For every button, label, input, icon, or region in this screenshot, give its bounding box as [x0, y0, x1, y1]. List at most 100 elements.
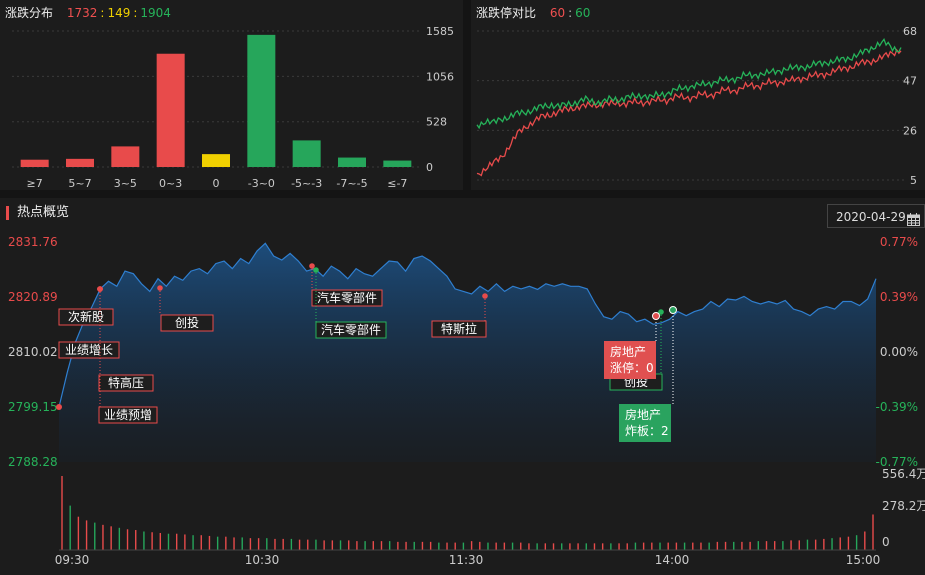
- bar: [156, 53, 185, 167]
- annotation-dot: [482, 293, 488, 299]
- volume-bar: [487, 542, 489, 550]
- bar: [383, 160, 412, 167]
- series-line: [476, 48, 902, 177]
- volume-bar: [315, 539, 317, 550]
- volume-bar: [61, 476, 63, 550]
- y-right-label: -0.39%: [876, 400, 918, 414]
- x-tick-label: -5~-3: [291, 177, 322, 190]
- volume-bar: [167, 533, 170, 550]
- volume-bar: [282, 538, 284, 550]
- volume-bar: [102, 524, 104, 550]
- volume-bar: [495, 542, 497, 550]
- volume-bar: [274, 538, 276, 550]
- volume-bar: [733, 541, 735, 550]
- callout-detail: 涨停：0: [610, 360, 654, 375]
- y-tick-label: 26: [903, 124, 917, 137]
- bar: [20, 159, 49, 167]
- volume-bar: [823, 538, 825, 550]
- volume-bar: [790, 540, 792, 550]
- x-tick-label: 11:30: [449, 553, 484, 567]
- y-left-label: 2831.76: [8, 235, 58, 249]
- volume-bar: [356, 541, 358, 550]
- volume-bar: [503, 542, 506, 550]
- y-left-label: 2820.89: [8, 290, 58, 304]
- volume-bar: [266, 538, 268, 550]
- volume-bar: [479, 541, 481, 550]
- x-tick-label: 0: [213, 177, 220, 190]
- volume-bar: [651, 542, 653, 550]
- volume-bar: [192, 535, 194, 550]
- annotation-dot: [97, 286, 103, 292]
- volume-bar: [528, 543, 530, 550]
- volume-bar: [872, 514, 874, 550]
- y-right-label: 0.39%: [880, 290, 918, 304]
- volume-bar: [700, 542, 702, 550]
- volume-bar: [397, 541, 399, 550]
- y-left-label: 2799.15: [8, 400, 58, 414]
- volume-bar: [864, 531, 866, 550]
- volume-bar: [454, 542, 456, 550]
- volume-bar: [348, 540, 350, 550]
- volume-bar: [307, 539, 309, 550]
- volume-bar: [757, 541, 760, 550]
- volume-bar: [569, 543, 571, 550]
- volume-bar: [708, 542, 710, 550]
- volume-bar: [675, 542, 678, 550]
- volume-bar: [126, 529, 129, 550]
- annotation-label: 特斯拉: [441, 321, 477, 336]
- volume-bar: [798, 540, 800, 550]
- callout-dot: [652, 312, 660, 320]
- volume-bar: [782, 541, 784, 550]
- x-tick-label: ≤-7: [387, 177, 407, 190]
- limit-compare-panel: 涨跌停对比 60:60 68 47 26 5: [471, 0, 925, 190]
- volume-bar: [667, 542, 669, 550]
- bar: [111, 146, 140, 167]
- volume-bar: [773, 541, 776, 550]
- volume-bar: [94, 522, 96, 550]
- bar: [202, 154, 230, 167]
- bar: [292, 140, 321, 167]
- volume-bar: [626, 543, 628, 550]
- volume-bar: [692, 542, 694, 550]
- callout-title: 房地产: [610, 344, 646, 359]
- volume-bar: [380, 541, 383, 550]
- bar: [66, 158, 94, 167]
- volume-tick-label: 556.4万: [882, 467, 925, 481]
- volume-bar: [249, 538, 252, 550]
- x-tick-label: -3~0: [248, 177, 275, 190]
- volume-bar: [634, 542, 637, 550]
- volume-bar: [413, 541, 415, 550]
- volume-bar: [200, 535, 202, 550]
- volume-bar: [520, 542, 522, 550]
- annotation-dot: [309, 263, 315, 269]
- volume-bar: [290, 538, 293, 550]
- volume-bar: [241, 537, 243, 550]
- y-tick-label: 0: [426, 161, 433, 174]
- volume-bar: [839, 537, 841, 550]
- volume-bar: [831, 538, 833, 550]
- volume-bar: [741, 541, 743, 550]
- x-tick-label: 3~5: [114, 177, 137, 190]
- volume-bar: [69, 505, 71, 550]
- volume-bar: [135, 530, 137, 550]
- volume-bar: [601, 543, 604, 550]
- volume-bar: [659, 542, 661, 550]
- volume-tick-label: 278.2万: [882, 499, 925, 513]
- volume-bar: [511, 542, 514, 550]
- volume-bar: [814, 539, 817, 550]
- y-left-label: 2810.02: [8, 345, 58, 359]
- y-tick-label: 528: [426, 116, 447, 129]
- limit-compare-chart: 68 47 26 5: [476, 25, 917, 187]
- annotation-dot: [157, 285, 163, 291]
- volume-bar: [421, 541, 424, 550]
- volume-bar: [561, 543, 563, 550]
- volume-bar: [184, 534, 186, 550]
- volume-bar: [855, 535, 858, 550]
- volume-bar: [364, 541, 366, 550]
- volume-tick-label: 0: [882, 535, 890, 549]
- callout-detail: 炸板：2: [625, 424, 669, 438]
- volume-bar: [610, 543, 612, 550]
- volume-bar: [298, 539, 301, 550]
- volume-bar: [216, 536, 219, 550]
- volume-bar: [208, 535, 211, 550]
